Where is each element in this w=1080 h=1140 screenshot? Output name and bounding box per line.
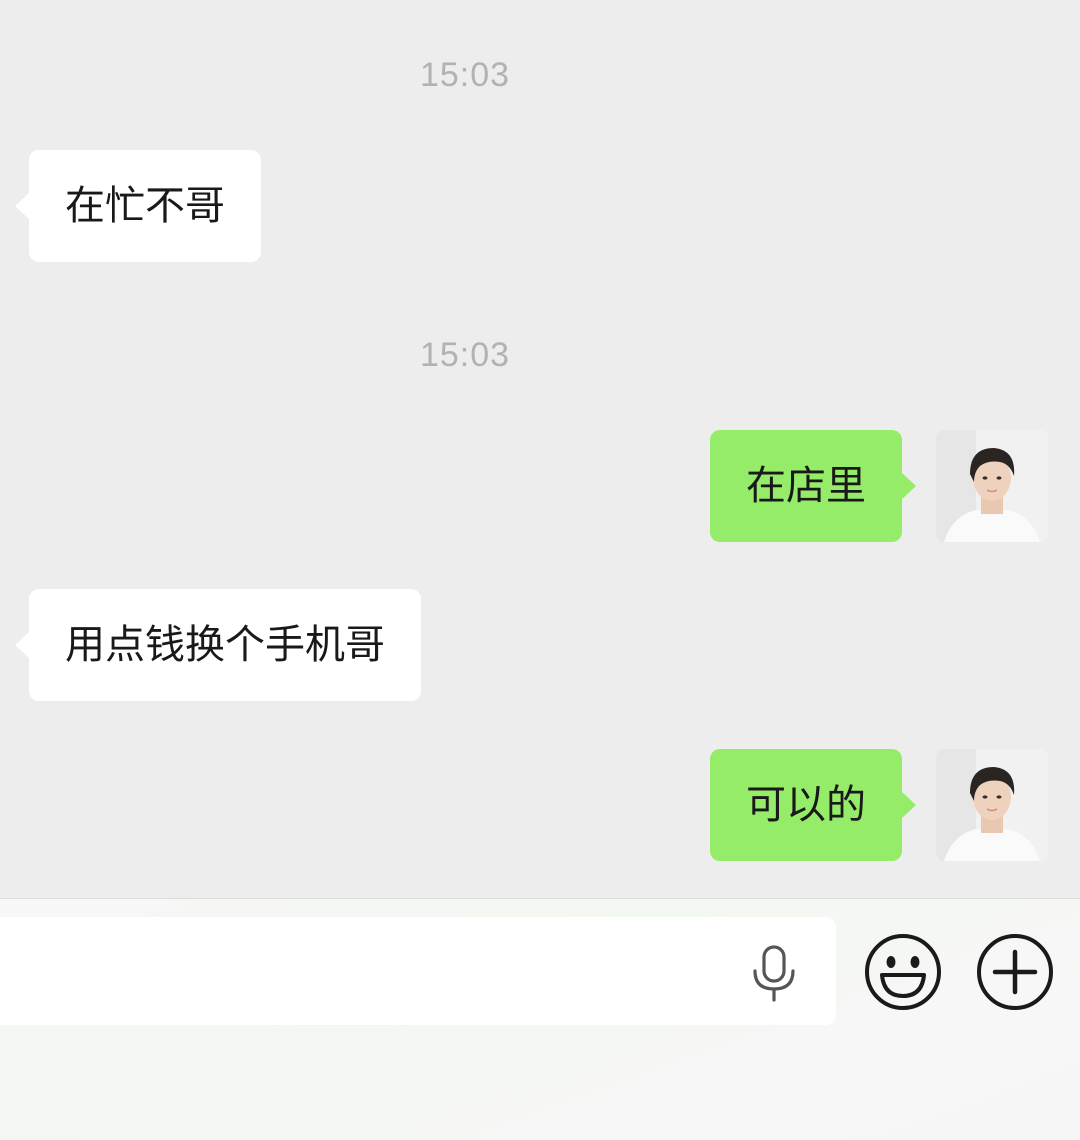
- plus-icon[interactable]: [975, 932, 1055, 1012]
- sent-message-bubble[interactable]: 可以的: [710, 749, 916, 861]
- received-message-bubble[interactable]: 用点钱换个手机哥: [15, 589, 421, 701]
- message-text-input[interactable]: [0, 917, 836, 1025]
- chat-message-area[interactable]: 15:03 在忙不哥 15:03 在店里 用点钱换个手机哥 可以的: [0, 0, 1080, 898]
- message-input-bar: [0, 898, 1080, 1140]
- message-timestamp: 15:03: [419, 336, 511, 374]
- sent-message-bubble[interactable]: 在店里: [710, 430, 916, 542]
- microphone-icon[interactable]: [748, 943, 800, 1003]
- emoji-icon[interactable]: [863, 932, 943, 1012]
- user-avatar[interactable]: [936, 749, 1048, 861]
- received-message-bubble[interactable]: 在忙不哥: [15, 150, 261, 262]
- user-avatar[interactable]: [936, 430, 1048, 542]
- avatar-portrait-image: [936, 749, 1048, 861]
- message-timestamp: 15:03: [419, 56, 511, 94]
- avatar-portrait-image: [936, 430, 1048, 542]
